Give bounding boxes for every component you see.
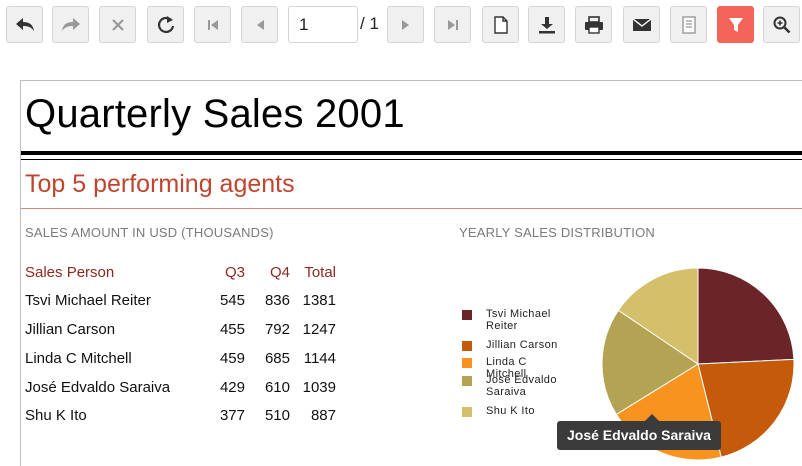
next-page-button[interactable] bbox=[387, 6, 424, 43]
legend-item: Shu K Ito bbox=[462, 405, 566, 417]
cell-q4: 792 bbox=[264, 321, 290, 338]
cell-q4: 610 bbox=[264, 379, 290, 396]
cell-total: 887 bbox=[310, 407, 336, 424]
cell-total: 1039 bbox=[302, 379, 336, 396]
download-icon bbox=[538, 16, 556, 34]
cell-total: 1381 bbox=[302, 292, 336, 309]
header-sales-person: Sales Person bbox=[25, 264, 115, 281]
legend-swatch bbox=[462, 310, 472, 320]
document-map-icon bbox=[681, 15, 696, 34]
sales-section-label: SALES AMOUNT IN USD (THOUSANDS) bbox=[25, 225, 274, 240]
stop-button[interactable] bbox=[99, 6, 136, 43]
header-q4: Q4 bbox=[269, 264, 290, 281]
cell-q4: 836 bbox=[264, 292, 290, 309]
title-divider-thick bbox=[21, 151, 802, 155]
first-page-icon bbox=[207, 19, 219, 31]
print-button[interactable] bbox=[575, 6, 612, 43]
page-total-label: / 1 bbox=[360, 14, 379, 33]
page-number-input[interactable] bbox=[288, 6, 358, 43]
chart-section-label: YEARLY SALES DISTRIBUTION bbox=[459, 225, 655, 240]
report-subtitle: Top 5 performing agents bbox=[25, 170, 295, 198]
filter-icon bbox=[728, 17, 744, 33]
print-layout-button[interactable] bbox=[482, 6, 519, 43]
subtitle-divider bbox=[21, 208, 802, 209]
title-divider-thin bbox=[21, 159, 802, 160]
report-viewer-toolbar: / 1 bbox=[0, 0, 802, 50]
cell-q4: 510 bbox=[264, 407, 290, 424]
email-icon bbox=[632, 17, 652, 32]
pie-slice[interactable] bbox=[697, 267, 795, 365]
first-page-button[interactable] bbox=[194, 6, 231, 43]
print-icon bbox=[584, 15, 604, 34]
zoom-button[interactable] bbox=[763, 6, 800, 43]
forward-button[interactable] bbox=[52, 6, 89, 43]
cell-q4: 685 bbox=[264, 350, 290, 367]
legend-item: José Edvaldo Saraiva bbox=[462, 374, 566, 398]
prev-page-icon bbox=[255, 19, 265, 31]
cell-q3: 377 bbox=[219, 407, 245, 424]
cell-name: Shu K Ito bbox=[25, 407, 87, 424]
document-map-button[interactable] bbox=[670, 6, 707, 43]
cell-total: 1247 bbox=[302, 321, 336, 338]
legend-label: Jillian Carson bbox=[486, 339, 558, 351]
report-title: Quarterly Sales 2001 bbox=[25, 92, 405, 136]
tooltip-arrow bbox=[645, 414, 659, 421]
refresh-icon bbox=[156, 15, 176, 35]
chart-tooltip: José Edvaldo Saraiva bbox=[557, 421, 721, 450]
prev-page-button[interactable] bbox=[241, 6, 278, 43]
legend-swatch bbox=[462, 376, 472, 386]
legend-label: José Edvaldo Saraiva bbox=[486, 374, 557, 398]
cell-name: Linda C Mitchell bbox=[25, 350, 132, 367]
close-icon bbox=[111, 18, 125, 32]
legend-swatch bbox=[462, 407, 472, 417]
cell-q3: 545 bbox=[219, 292, 245, 309]
next-page-icon bbox=[401, 19, 411, 31]
cell-total: 1144 bbox=[303, 350, 336, 367]
legend-label: Tsvi Michael Reiter bbox=[486, 308, 551, 332]
document-icon bbox=[493, 15, 508, 34]
cell-name: Jillian Carson bbox=[25, 321, 116, 338]
header-q3: Q3 bbox=[224, 264, 245, 281]
parameters-button[interactable] bbox=[717, 6, 754, 43]
refresh-button[interactable] bbox=[147, 6, 184, 43]
cell-q3: 429 bbox=[219, 379, 245, 396]
last-page-button[interactable] bbox=[434, 6, 471, 43]
header-total: Total bbox=[304, 264, 336, 281]
back-icon bbox=[15, 17, 35, 33]
legend-label: Shu K Ito bbox=[486, 405, 535, 417]
cell-name: Tsvi Michael Reiter bbox=[25, 292, 151, 309]
export-button[interactable] bbox=[528, 6, 565, 43]
back-button[interactable] bbox=[6, 6, 43, 43]
send-mail-button[interactable] bbox=[623, 6, 660, 43]
zoom-icon bbox=[773, 16, 791, 34]
legend-swatch bbox=[462, 358, 472, 368]
legend-item: Jillian Carson bbox=[462, 339, 566, 351]
last-page-icon bbox=[447, 19, 459, 31]
cell-name: José Edvaldo Saraiva bbox=[25, 379, 171, 396]
legend-swatch bbox=[462, 341, 472, 351]
forward-icon bbox=[61, 17, 81, 33]
cell-q3: 459 bbox=[219, 350, 245, 367]
cell-q3: 455 bbox=[219, 321, 245, 338]
legend-item: Tsvi Michael Reiter bbox=[462, 308, 566, 332]
